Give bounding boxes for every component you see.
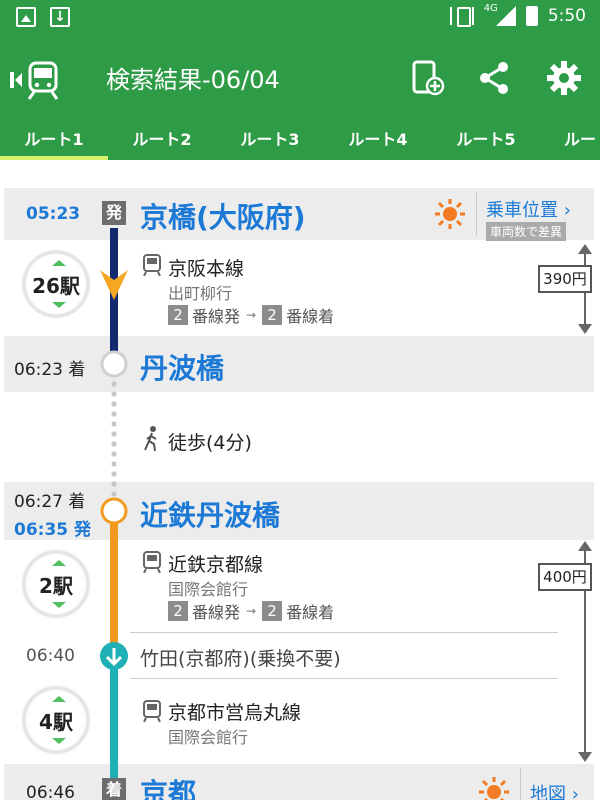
segment2-dep-platform: 2	[168, 601, 188, 621]
segment1-arr-platform: 2	[262, 305, 283, 325]
departure-badge: 発	[102, 201, 126, 225]
through-time: 06:40	[26, 646, 75, 666]
segment3-stops: 4駅	[39, 710, 73, 734]
segment2-arr-suffix: 番線着	[286, 603, 335, 622]
train-icon	[143, 254, 161, 276]
segment2-dep-suffix: 番線発	[192, 603, 241, 622]
segment2-destination: 国際会館行	[168, 580, 249, 599]
arrow-right-icon: →	[246, 604, 257, 618]
segment3-stops-toggle[interactable]: 4駅	[22, 686, 90, 754]
stops-down-icon	[52, 302, 66, 308]
line-karasuma-bar	[110, 656, 118, 780]
divider	[130, 632, 558, 633]
arrival-badge: 着	[102, 778, 126, 800]
transfer1-node	[100, 350, 128, 378]
transfer2-node	[100, 497, 128, 525]
segment3-destination: 国際会館行	[168, 728, 249, 747]
segment1-destination: 出町柳行	[168, 284, 233, 303]
stops-up-icon	[52, 560, 66, 566]
segment2-line: 近鉄京都線	[168, 554, 264, 576]
walk-duration: 徒歩(4分)	[168, 432, 252, 454]
train-icon	[143, 551, 161, 573]
arrow-right-icon: →	[246, 308, 257, 322]
train-icon	[143, 700, 161, 722]
stops-down-icon	[52, 602, 66, 608]
transfer2-departure-time: 06:35 発	[14, 520, 92, 540]
segment2-arr-platform: 2	[262, 601, 283, 621]
stops-up-icon	[52, 696, 66, 702]
segment2-platform: 2 番線発 → 2 番線着	[168, 599, 334, 623]
segment2-stops: 2駅	[39, 574, 73, 598]
sunny-weather-icon	[435, 199, 465, 229]
fare-range-line	[584, 252, 586, 265]
segment3-line: 京都市営烏丸線	[168, 702, 302, 724]
origin-divider	[476, 192, 477, 236]
segment2-fare[interactable]: 400円	[538, 563, 592, 591]
stops-down-icon	[52, 738, 66, 744]
transfer2-station-name[interactable]: 近鉄丹波橋	[140, 494, 280, 534]
segment1-stops-toggle[interactable]: 26駅	[22, 250, 90, 318]
fare-range-down-icon	[578, 752, 592, 762]
transfer1-time: 06:23 着	[14, 360, 86, 380]
segment2-stops-toggle[interactable]: 2駅	[22, 550, 90, 618]
route-line-graphic	[100, 228, 128, 780]
sunny-weather-icon	[479, 777, 509, 800]
destination-station-name[interactable]: 京都	[140, 772, 196, 800]
segment1-fare[interactable]: 390円	[538, 265, 592, 293]
transfer2-arrival-time: 06:27 着	[14, 492, 86, 512]
boarding-position-link[interactable]: 乗車位置 ›	[486, 196, 571, 222]
map-link[interactable]: 地図 ›	[530, 780, 579, 800]
line-kintetsu-bar	[110, 524, 118, 656]
fare-range-down-icon	[578, 324, 592, 334]
segment1-stops: 26駅	[32, 274, 80, 298]
destination-time: 06:46	[26, 783, 75, 800]
fare-range-line	[584, 293, 586, 325]
segment1-platform: 2 番線発 → 2 番線着	[168, 303, 334, 327]
origin-station-name[interactable]: 京橋(大阪府)	[140, 196, 306, 236]
segment1-dep-suffix: 番線発	[192, 307, 241, 326]
boarding-position-note: 車両数で差異	[486, 222, 567, 241]
segment1-arr-suffix: 番線着	[286, 307, 335, 326]
segment1-line: 京阪本線	[168, 258, 245, 280]
segment1-dep-platform: 2	[168, 305, 188, 325]
stops-up-icon	[52, 260, 66, 266]
transfer1-station-name[interactable]: 丹波橋	[140, 347, 224, 387]
fare-range-line	[584, 591, 586, 754]
through-station-name[interactable]: 竹田(京都府)(乗換不要)	[140, 644, 341, 671]
walk-dots	[111, 381, 117, 497]
origin-time: 05:23	[26, 204, 81, 224]
walking-icon	[144, 426, 157, 452]
divider	[130, 678, 558, 679]
destination-divider	[520, 768, 521, 800]
line-walk-dots-bar	[112, 370, 116, 510]
fare-range-line	[584, 550, 586, 563]
